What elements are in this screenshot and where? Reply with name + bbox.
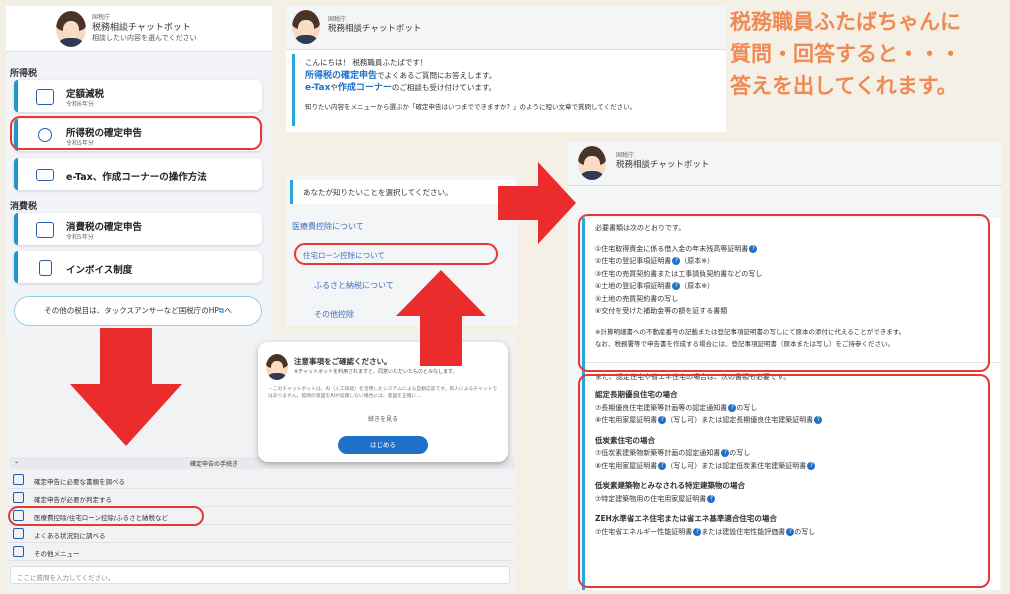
section-income: 所得税	[10, 69, 38, 79]
search-icon	[13, 546, 24, 557]
caption-line-3: 答えを出してくれます。	[730, 74, 958, 98]
caption-line-1: 税務職員ふたばちゃんに	[730, 10, 961, 34]
arrow-up-icon	[396, 270, 486, 366]
highlight-answer-extra	[578, 374, 990, 588]
highlight-income-return	[10, 116, 262, 150]
menu-item-consumption-tax-return[interactable]: 消費税の確定申告 令和5年分	[14, 213, 262, 245]
option-medical[interactable]: 医療費控除について	[292, 221, 502, 232]
menu-row-other[interactable]: その他メニュー	[8, 543, 513, 561]
person-icon	[13, 528, 24, 539]
menu-panel: 国税庁 税務相談チャットボット 相談したい内容を選んでください 所得税 定額減税…	[6, 6, 272, 340]
futaba-avatar	[56, 11, 86, 47]
menu-item-invoice[interactable]: インボイス制度	[14, 251, 262, 283]
checkbox-icon	[13, 492, 24, 503]
question-input[interactable]: ここに質問を入力してください。	[10, 566, 510, 584]
menu-row-documents[interactable]: 確定申告に必要な書類を調べる	[8, 471, 513, 489]
menu-item-fixed-tax-cut[interactable]: 定額減税 令和6年分	[14, 80, 262, 112]
caption: 税務職員ふたばちゃんに 質問・回答すると・・・ 答えを出してくれます。	[730, 6, 961, 102]
greeting-panel: 国税庁 税務相談チャットボット こんにちは！ 税務職員ふたばです！ 所得税の確定…	[286, 6, 726, 132]
page-title: 税務相談チャットボット	[92, 23, 191, 33]
register-icon	[36, 89, 54, 105]
laptop-icon	[36, 169, 54, 181]
futaba-avatar-3	[266, 354, 288, 380]
arrow-down-icon	[70, 328, 182, 446]
section-consumption: 消費税	[10, 202, 38, 212]
caption-line-2: 質問・回答すると・・・	[730, 42, 961, 66]
document-icon	[39, 260, 52, 276]
selection-prompt: あなたが知りたいことを選択してください。	[290, 180, 514, 204]
dialog-body: ・このチャットボットは、AI（人工知能）を活用したシステムによる自動応答です。有…	[268, 387, 498, 399]
menu-item-etax[interactable]: e-Tax、作成コーナーの操作方法	[14, 158, 262, 190]
cart-icon	[36, 222, 54, 238]
other-tax-link[interactable]: その他の税目は、タックスアンサーなど国税庁のHP⧉へ	[14, 296, 262, 326]
page-subtitle: 相談したい内容を選んでください	[92, 34, 197, 42]
chatbot-title: 税務相談チャットボット	[328, 24, 422, 34]
highlight-answer-docs	[578, 214, 990, 372]
highlight-deductions-row	[8, 506, 204, 526]
panel1-header: 国税庁 税務相談チャットボット 相談したい内容を選んでください	[6, 6, 272, 52]
greeting-bubble: こんにちは！ 税務職員ふたばです！ 所得税の確定申告でよくあるご質問にお答えしま…	[292, 54, 720, 126]
futaba-avatar-2	[292, 10, 320, 44]
read-more-link[interactable]: 続きを見る	[258, 414, 508, 423]
menu-row-judge[interactable]: 確定申告が必要か判定する	[8, 489, 513, 507]
start-button[interactable]: はじめる	[338, 436, 428, 454]
futaba-avatar-4	[578, 146, 606, 180]
collapse-chevron-icon[interactable]: ⌄	[14, 458, 19, 465]
highlight-housing-loan	[294, 243, 498, 265]
dialog-title: 注意事項をご確認ください。	[294, 357, 392, 366]
arrow-right-icon	[498, 162, 576, 244]
document-icon	[13, 474, 24, 485]
dialog-subtitle: ※チャットボットを利用されますと、同意いただいたものとみなします。	[294, 369, 458, 375]
menu-row-situation[interactable]: よくある状況別に調べる	[8, 525, 513, 543]
